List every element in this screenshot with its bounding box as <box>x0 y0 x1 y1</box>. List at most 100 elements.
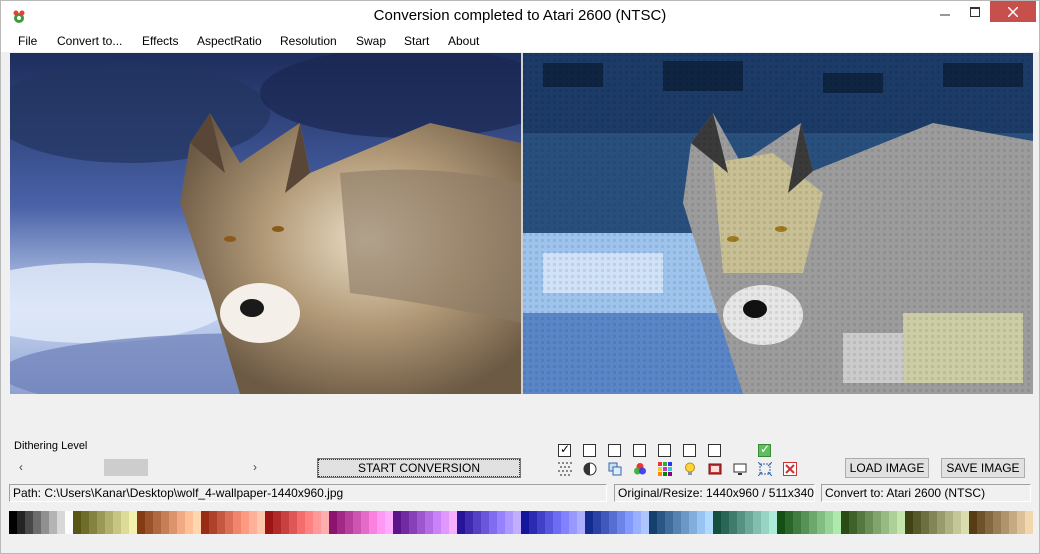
start-conversion-button[interactable]: START CONVERSION <box>317 458 521 478</box>
resize-label: Original/Resize: <box>618 486 703 500</box>
convert-label: Convert to: <box>825 486 884 500</box>
palette-swatch <box>249 511 257 534</box>
load-image-button[interactable]: LOAD IMAGE <box>845 458 929 478</box>
palette-swatch <box>737 511 745 534</box>
palette-swatch <box>937 511 945 534</box>
palette-swatch <box>161 511 169 534</box>
chevron-right-icon[interactable]: › <box>253 460 257 474</box>
title-bar: Conversion completed to Atari 2600 (NTSC… <box>1 1 1039 32</box>
convert-status: Convert to: Atari 2600 (NTSC) <box>821 484 1031 502</box>
palette-swatch <box>537 511 545 534</box>
palette-swatch <box>849 511 857 534</box>
palette-swatch <box>385 511 393 534</box>
option-checkbox-3[interactable] <box>608 444 621 457</box>
palette-swatch <box>953 511 961 534</box>
color-palette <box>9 511 1033 534</box>
palette-swatch <box>449 511 457 534</box>
menu-file[interactable]: File <box>18 34 37 48</box>
palette-swatch <box>241 511 249 534</box>
palette-swatch <box>25 511 33 534</box>
menu-effects[interactable]: Effects <box>142 34 178 48</box>
palette-swatch <box>441 511 449 534</box>
palette-swatch <box>505 511 513 534</box>
palette-swatch <box>673 511 681 534</box>
palette-swatch <box>641 511 649 534</box>
resize-value: 1440x960 / 511x340 <box>706 486 814 500</box>
palette-swatch <box>585 511 593 534</box>
maximize-button[interactable] <box>961 1 989 22</box>
palette-swatch <box>777 511 785 534</box>
palette-swatch <box>753 511 761 534</box>
dither-pattern-icon <box>558 462 572 476</box>
palette-swatch <box>9 511 17 534</box>
palette-swatch <box>689 511 697 534</box>
palette-swatch <box>657 511 665 534</box>
palette-swatch <box>913 511 921 534</box>
option-checkbox-5[interactable] <box>658 444 671 457</box>
save-image-button[interactable]: SAVE IMAGE <box>941 458 1025 478</box>
palette-swatch <box>129 511 137 534</box>
palette-swatch <box>961 511 969 534</box>
palette-swatch <box>609 511 617 534</box>
palette-swatch <box>985 511 993 534</box>
palette-swatch <box>73 511 81 534</box>
palette-swatch <box>1025 511 1033 534</box>
menu-convert-to[interactable]: Convert to... <box>57 34 122 48</box>
palette-swatch <box>265 511 273 534</box>
option-checkbox-6[interactable] <box>683 444 696 457</box>
palette-swatch <box>153 511 161 534</box>
palette-swatch <box>601 511 609 534</box>
lightbulb-icon <box>685 462 695 475</box>
slider-thumb[interactable] <box>104 459 148 476</box>
option-checkbox-7[interactable] <box>708 444 721 457</box>
close-button[interactable] <box>990 1 1036 22</box>
menu-swap[interactable]: Swap <box>356 34 386 48</box>
palette-swatch <box>105 511 113 534</box>
palette-swatch <box>721 511 729 534</box>
palette-swatch <box>713 511 721 534</box>
option-checkbox-4[interactable] <box>633 444 646 457</box>
palette-swatch <box>929 511 937 534</box>
palette-swatch <box>297 511 305 534</box>
converted-image <box>523 53 1033 394</box>
palette-swatch <box>745 511 753 534</box>
crop-frame-icon <box>758 462 772 476</box>
palette-swatch <box>801 511 809 534</box>
option-checkbox-9[interactable] <box>758 442 771 457</box>
option-checkbox-1[interactable] <box>558 442 571 457</box>
option-checkbox-2[interactable] <box>583 444 596 457</box>
palette-swatch <box>521 511 529 534</box>
palette-swatch <box>649 511 657 534</box>
palette-swatch <box>489 511 497 534</box>
menu-resolution[interactable]: Resolution <box>280 34 337 48</box>
palette-swatch <box>729 511 737 534</box>
red-x-icon <box>783 462 797 476</box>
palette-swatch <box>305 511 313 534</box>
palette-swatch <box>97 511 105 534</box>
palette-swatch <box>529 511 537 534</box>
palette-swatch <box>969 511 977 534</box>
minimize-button[interactable] <box>930 1 960 22</box>
resize-status: Original/Resize: 1440x960 / 511x340 <box>614 484 815 502</box>
palette-swatch <box>185 511 193 534</box>
menu-about[interactable]: About <box>448 34 479 48</box>
monitor-icon <box>733 463 747 475</box>
palette-swatch <box>793 511 801 534</box>
menu-start[interactable]: Start <box>404 34 429 48</box>
maximize-icon <box>970 6 980 17</box>
original-image <box>10 53 521 394</box>
palette-swatch <box>465 511 473 534</box>
palette-swatch <box>825 511 833 534</box>
menu-aspect-ratio[interactable]: AspectRatio <box>197 34 262 48</box>
palette-swatch <box>945 511 953 534</box>
palette-swatch <box>593 511 601 534</box>
menu-bar: File Convert to... Effects AspectRatio R… <box>1 32 1039 52</box>
palette-swatch <box>273 511 281 534</box>
chevron-left-icon[interactable]: ‹ <box>19 460 23 474</box>
palette-swatch <box>177 511 185 534</box>
dithering-slider[interactable]: ‹ › <box>13 458 267 477</box>
palette-swatch <box>857 511 865 534</box>
palette-swatch <box>209 511 217 534</box>
palette-swatch <box>257 511 265 534</box>
app-window: Conversion completed to Atari 2600 (NTSC… <box>0 0 1040 554</box>
